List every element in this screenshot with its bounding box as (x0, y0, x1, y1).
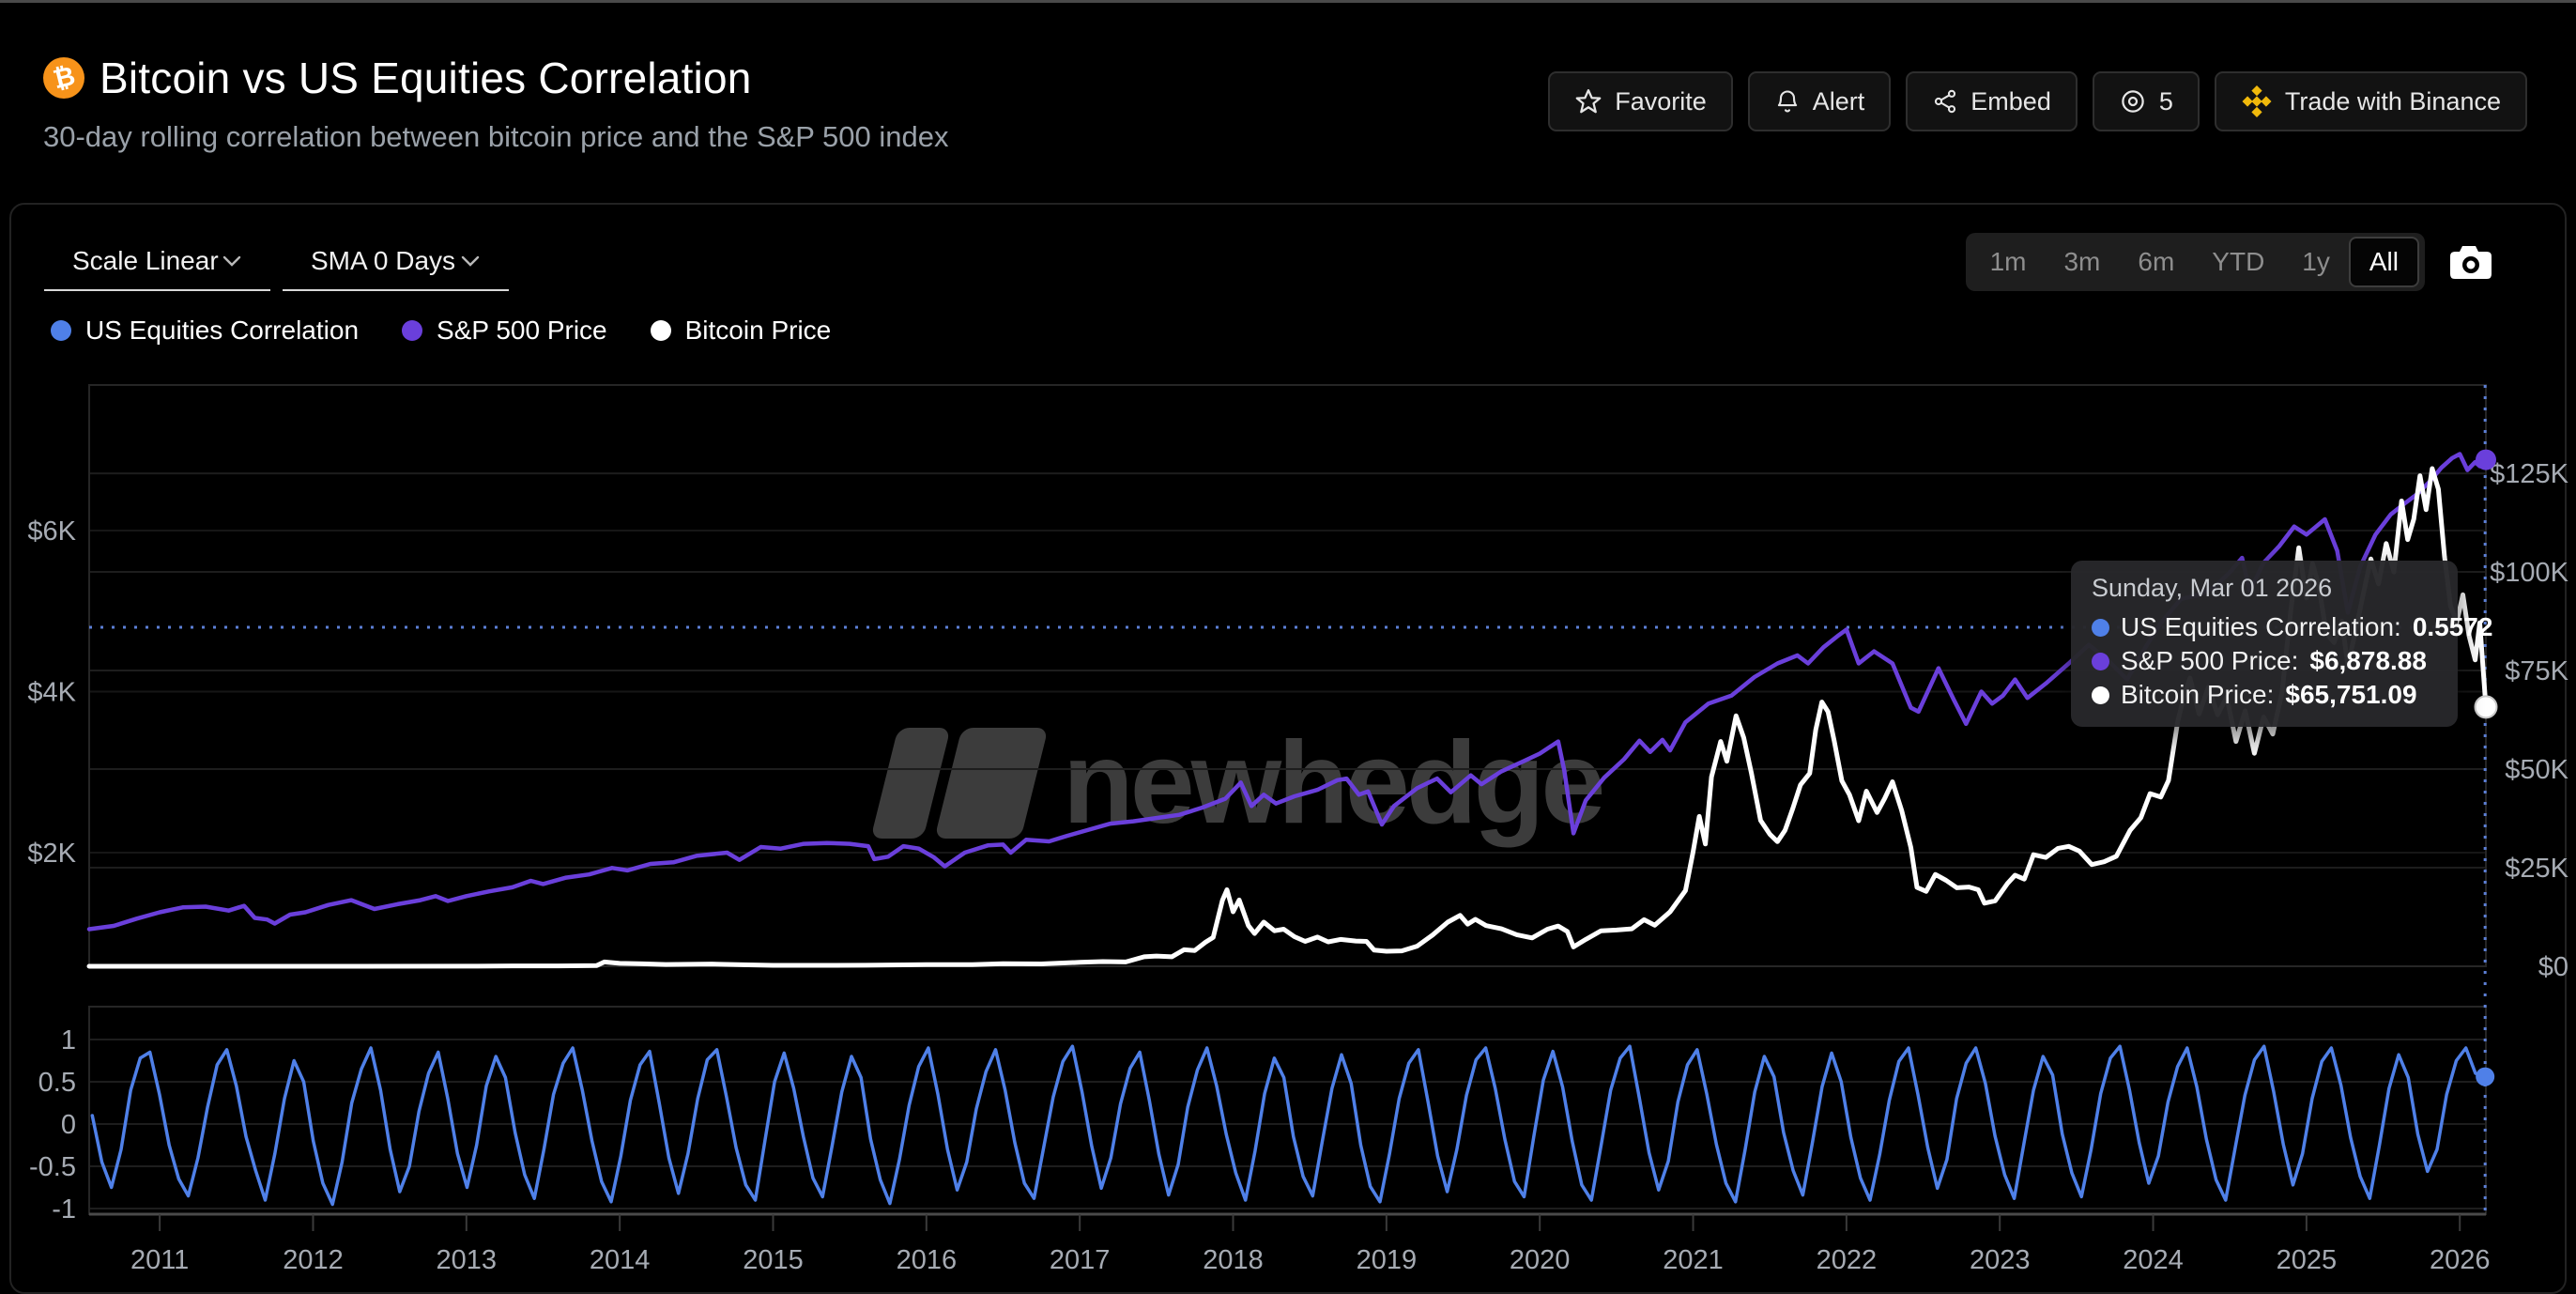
screenshot-button[interactable] (2449, 243, 2492, 281)
views-count: 5 (2159, 87, 2173, 116)
alert-label: Alert (1813, 87, 1865, 116)
star-icon (1574, 87, 1602, 116)
white-dot-icon (2092, 686, 2109, 704)
range-toolbar: 1m 3m 6m YTD 1y All (1966, 233, 2492, 291)
sma-dropdown[interactable]: SMA 0 Days (283, 233, 509, 291)
legend-item-correlation[interactable]: US Equities Correlation (51, 316, 359, 346)
tooltip-row-sp500: S&P 500 Price: $6,878.88 (2092, 644, 2437, 678)
scale-dropdown[interactable]: Scale Linear (44, 233, 270, 291)
binance-icon (2241, 85, 2273, 117)
range-all[interactable]: All (2349, 237, 2419, 287)
tooltip-bitcoin-value: $65,751.09 (2285, 678, 2416, 712)
favorite-label: Favorite (1615, 87, 1707, 116)
scale-dropdown-label: Scale Linear (72, 246, 219, 276)
tooltip-row-correlation: US Equities Correlation: 0.5572 (2092, 610, 2437, 644)
page-title: Bitcoin vs US Equities Correlation (100, 53, 752, 103)
bell-icon (1774, 87, 1801, 116)
favorite-button[interactable]: Favorite (1548, 71, 1733, 131)
range-1m[interactable]: 1m (1971, 233, 2046, 291)
window-top-divider (0, 0, 2576, 3)
title-row: ₿ Bitcoin vs US Equities Correlation (43, 53, 948, 103)
range-selector: 1m 3m 6m YTD 1y All (1966, 233, 2425, 291)
trade-with-binance-button[interactable]: Trade with Binance (2215, 71, 2527, 131)
legend-item-sp500[interactable]: S&P 500 Price (402, 316, 607, 346)
trade-label: Trade with Binance (2285, 87, 2501, 116)
legend-dot-purple (402, 320, 422, 341)
range-ytd[interactable]: YTD (2193, 233, 2283, 291)
share-icon (1932, 88, 1958, 115)
alert-button[interactable]: Alert (1748, 71, 1892, 131)
tooltip-row-bitcoin: Bitcoin Price: $65,751.09 (2092, 678, 2437, 712)
tooltip-date: Sunday, Mar 01 2026 (2092, 574, 2437, 603)
chevron-down-icon (460, 254, 481, 268)
legend-label: S&P 500 Price (437, 316, 607, 346)
page-subtitle: 30-day rolling correlation between bitco… (43, 120, 948, 154)
camera-icon (2449, 243, 2492, 281)
blue-dot-icon (2092, 619, 2109, 637)
views-button[interactable]: 5 (2093, 71, 2200, 131)
bitcoin-icon: ₿ (43, 57, 84, 99)
legend-item-bitcoin[interactable]: Bitcoin Price (651, 316, 832, 346)
range-6m[interactable]: 6m (2119, 233, 2193, 291)
embed-label: Embed (1970, 87, 2051, 116)
legend-label: Bitcoin Price (685, 316, 832, 346)
tooltip-sp500-value: $6,878.88 (2309, 644, 2427, 678)
range-1y[interactable]: 1y (2283, 233, 2349, 291)
embed-button[interactable]: Embed (1906, 71, 2078, 131)
chart-card: Scale Linear SMA 0 Days 1m 3m 6m YTD 1y … (9, 203, 2567, 1294)
sma-dropdown-label: SMA 0 Days (311, 246, 455, 276)
legend-dot-white (651, 320, 671, 341)
chevron-down-icon (222, 254, 242, 268)
eye-icon (2119, 87, 2147, 116)
purple-dot-icon (2092, 653, 2109, 670)
legend-label: US Equities Correlation (85, 316, 359, 346)
chart-legend: US Equities Correlation S&P 500 Price Bi… (51, 316, 831, 346)
chart-tooltip: Sunday, Mar 01 2026 US Equities Correlat… (2071, 561, 2458, 727)
tooltip-correlation-value: 0.5572 (2413, 610, 2493, 644)
page-header: ₿ Bitcoin vs US Equities Correlation 30-… (43, 53, 948, 154)
legend-dot-blue (51, 320, 71, 341)
header-actions: Favorite Alert Embed 5 Trade with (1548, 71, 2527, 131)
range-3m[interactable]: 3m (2045, 233, 2119, 291)
